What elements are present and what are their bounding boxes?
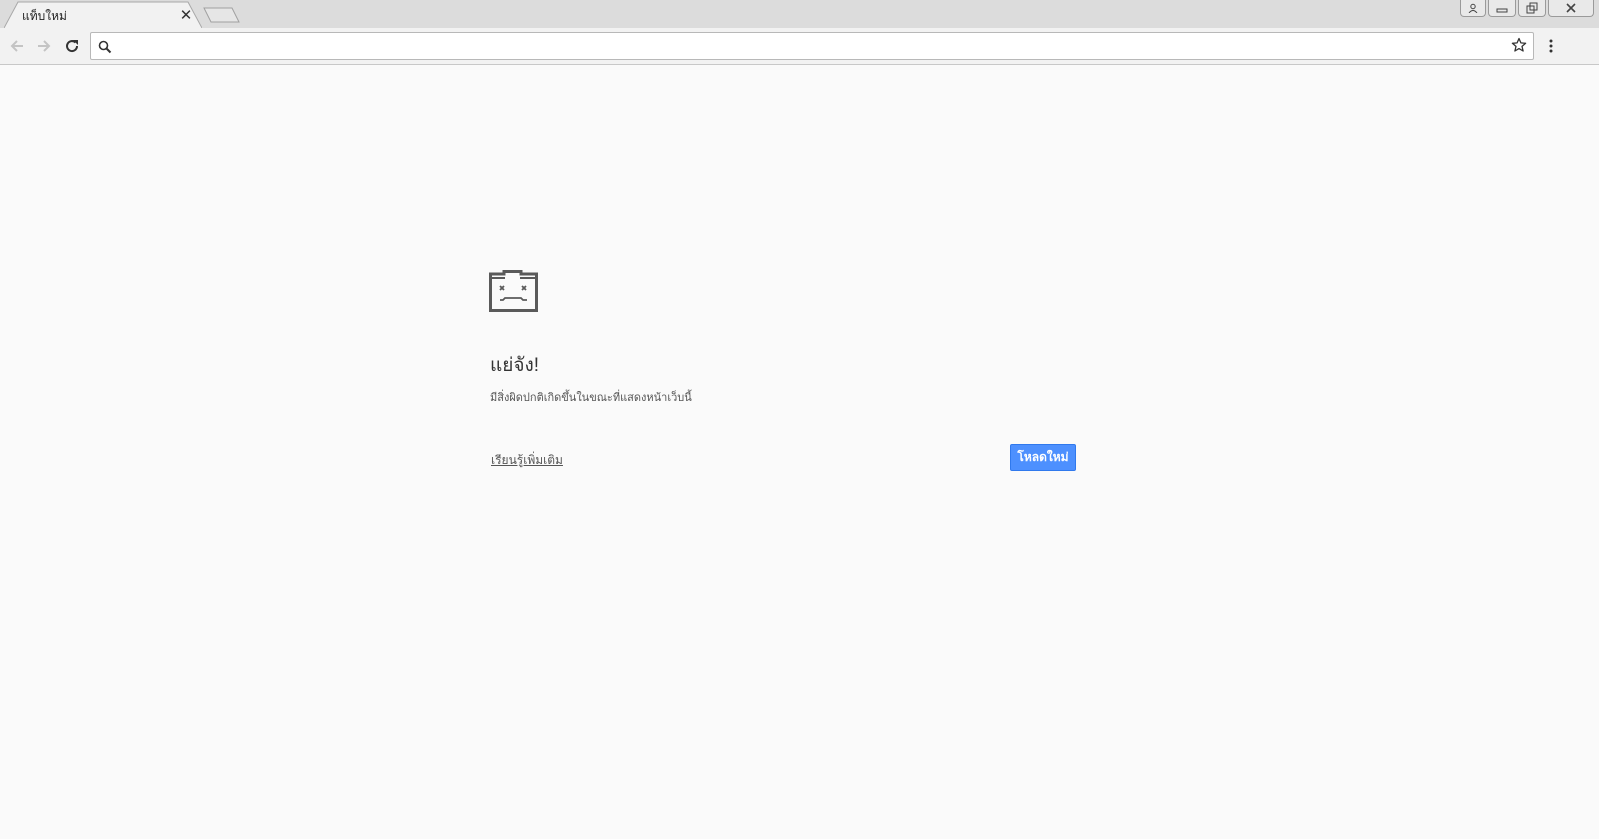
toolbar	[0, 28, 1599, 65]
reload-button[interactable]: โหลดใหม่	[1010, 444, 1076, 471]
close-window-icon[interactable]	[1548, 0, 1594, 17]
tab-title: แท็บใหม่	[22, 9, 67, 23]
error-description: มีสิ่งผิดปกติเกิดขึ้นในขณะที่แสดงหน้าเว็…	[490, 392, 692, 404]
omnibox[interactable]	[90, 32, 1534, 60]
minimize-icon[interactable]	[1488, 0, 1516, 17]
restore-icon[interactable]	[1518, 0, 1546, 17]
error-title: แย่จัง!	[490, 355, 540, 376]
learn-more-link[interactable]: เรียนรู้เพิ่มเติม	[491, 451, 563, 470]
arrow-right-icon[interactable]	[34, 36, 54, 56]
tab-new-tab[interactable]: แท็บใหม่ ✕	[4, 1, 202, 29]
search-icon	[98, 39, 112, 58]
reload-icon[interactable]	[62, 36, 82, 56]
profile-icon[interactable]	[1460, 0, 1486, 17]
close-icon[interactable]: ✕	[178, 7, 194, 23]
kebab-menu-icon[interactable]	[1541, 36, 1561, 56]
error-page: แย่จัง! มีสิ่งผิดปกติเกิดขึ้นในขณะที่แสด…	[0, 65, 1599, 839]
tab-strip: แท็บใหม่ ✕	[0, 0, 1599, 29]
arrow-left-icon[interactable]	[7, 36, 27, 56]
omnibox-input[interactable]	[117, 35, 1501, 57]
window-controls	[1460, 0, 1594, 18]
sad-folder-icon	[489, 270, 539, 316]
star-icon[interactable]	[1511, 37, 1527, 57]
new-tab-icon[interactable]	[203, 6, 241, 24]
